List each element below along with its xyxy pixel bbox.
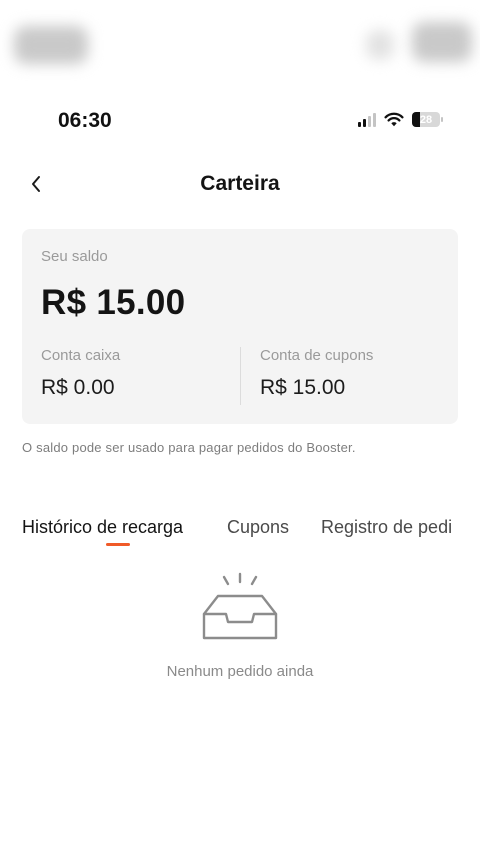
empty-state: Nenhum pedido ainda	[0, 562, 480, 692]
empty-state-text: Nenhum pedido ainda	[166, 663, 314, 680]
blurred-right-shape-2	[412, 22, 472, 62]
status-bar: 06:30 28	[0, 100, 480, 142]
cellular-signal-icon	[358, 112, 376, 127]
blurred-left-shape	[14, 26, 88, 64]
wifi-icon	[384, 112, 404, 127]
tab-bar: Histórico de recarga Cupons Registro de …	[22, 513, 480, 553]
status-time: 06:30	[58, 109, 112, 132]
empty-inbox-icon	[202, 572, 278, 640]
tab-recharge-history[interactable]: Histórico de recarga	[22, 517, 183, 538]
cash-account-value: R$ 0.00	[41, 376, 115, 399]
balance-label: Seu saldo	[41, 248, 108, 265]
coupon-account-label: Conta de cupons	[260, 347, 374, 364]
tab-coupons[interactable]: Cupons	[227, 517, 289, 538]
cash-account-label: Conta caixa	[41, 347, 121, 364]
coupon-account-value: R$ 15.00	[260, 376, 346, 399]
balance-amount: R$ 15.00	[41, 283, 186, 322]
blurred-right-shape	[366, 30, 394, 60]
column-divider	[240, 347, 241, 405]
battery-icon: 28	[412, 112, 443, 127]
active-tab-indicator	[106, 543, 130, 546]
page-title: Carteira	[200, 172, 280, 195]
balance-note: O saldo pode ser usado para pagar pedido…	[22, 440, 356, 455]
coupon-account: Conta de cupons R$ 15.00	[260, 347, 373, 400]
cash-account: Conta caixa R$ 0.00	[41, 347, 120, 400]
status-icons: 28	[358, 112, 443, 127]
tab-order-records[interactable]: Registro de pedi	[321, 517, 452, 538]
battery-level: 28	[419, 113, 433, 126]
navigation-bar: Carteira	[0, 160, 480, 208]
balance-card: Seu saldo R$ 15.00 Conta caixa R$ 0.00 C…	[22, 229, 458, 424]
blurred-top-bar	[0, 0, 480, 88]
